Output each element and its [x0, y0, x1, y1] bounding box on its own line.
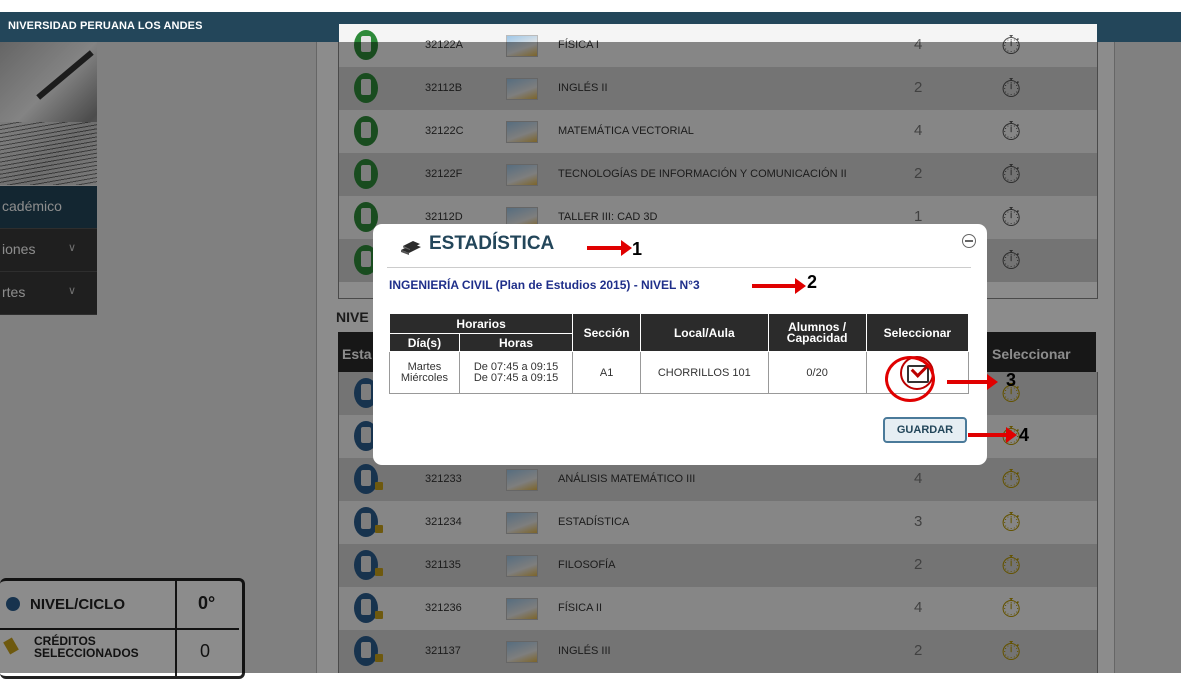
dias-cell: Martes Miércoles	[389, 351, 460, 394]
column-header-horas: Horas	[458, 333, 574, 352]
close-icon[interactable]	[962, 234, 976, 248]
column-header-dias: Día(s)	[389, 333, 460, 352]
schedule-modal: ESTADÍSTICA INGENIERÍA CIVIL (Plan de Es…	[373, 224, 987, 465]
alumnos-cell: 0/20	[767, 351, 867, 394]
divider	[387, 267, 971, 268]
modal-subtitle: INGENIERÍA CIVIL (Plan de Estudios 2015)…	[389, 278, 700, 292]
dia-value: Martes	[407, 360, 442, 373]
annotation-arrow	[968, 427, 1017, 443]
column-header-seccion: Sección	[572, 313, 642, 352]
local-cell: CHORRILLOS 101	[640, 351, 769, 394]
annotation-label: 2	[807, 272, 818, 292]
column-header-local: Local/Aula	[640, 313, 769, 352]
annotation-label: 3	[1006, 370, 1017, 390]
hora-value: De 07:45 a 09:15	[473, 371, 559, 384]
schedule-table: Horarios Sección Local/Aula Alumnos / Ca…	[388, 313, 970, 394]
column-header-horarios: Horarios	[388, 313, 574, 334]
books-icon	[401, 241, 421, 255]
annotation-arrow	[947, 374, 998, 390]
hora-value: De 07:45 a 09:15	[473, 360, 559, 373]
annotation-highlight-circle	[885, 356, 935, 402]
modal-title: ESTADÍSTICA	[429, 233, 555, 254]
dia-value: Miércoles	[400, 371, 448, 384]
save-button[interactable]: GUARDAR	[883, 417, 967, 443]
annotation-label: 4	[1019, 425, 1030, 445]
annotation-arrow	[752, 278, 806, 294]
seccion-cell: A1	[572, 351, 642, 394]
annotation-arrow	[587, 240, 632, 256]
column-header-alumnos: Alumnos / Capacidad	[767, 313, 867, 352]
annotation-label: 1	[632, 239, 643, 259]
table-row: Martes Miércoles De 07:45 a 09:15 De 07:…	[389, 351, 970, 394]
horas-cell: De 07:45 a 09:15 De 07:45 a 09:15	[458, 351, 574, 394]
brand-name: NIVERSIDAD PERUANA LOS ANDES	[8, 20, 203, 32]
column-header-seleccionar: Seleccionar	[865, 313, 970, 352]
